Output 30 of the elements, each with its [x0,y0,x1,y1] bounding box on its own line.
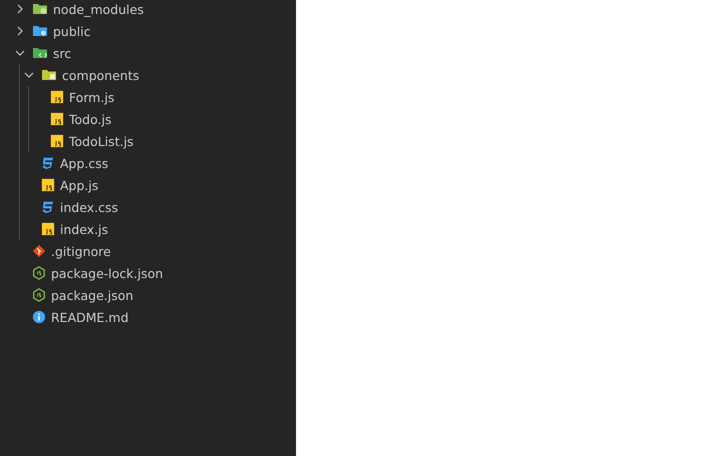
css-file-icon [41,156,55,170]
folder-item[interactable]: node_modules [15,0,144,20]
file-item[interactable]: index.js [24,218,108,240]
file-item[interactable]: App.css [24,152,108,174]
file-item[interactable]: package.json [15,284,134,306]
git-icon [32,244,46,258]
folder-icon [41,67,57,83]
js-file-icon [50,90,64,104]
folder-icon [32,23,48,39]
js-file-icon [41,222,55,236]
info-icon [32,310,46,324]
folder-icon [32,45,48,61]
file-item[interactable]: App.js [24,174,98,196]
js-file-icon [41,178,55,192]
file-item[interactable]: index.css [24,196,118,218]
css-file-icon [41,200,55,214]
js-file-icon [50,134,64,148]
file-item[interactable]: .gitignore [15,240,111,262]
js-file-icon [50,112,64,126]
file-item[interactable]: Form.js [33,86,114,108]
nodejs-icon [32,288,46,302]
file-item[interactable]: Todo.js [33,108,112,130]
folder-item[interactable]: src [15,42,72,64]
file-item[interactable]: TodoList.js [33,130,134,152]
file-item[interactable]: package-lock.json [15,262,164,284]
folder-item[interactable]: public [15,20,91,42]
folder-item[interactable]: components [24,64,140,86]
file-item[interactable]: README.md [15,306,129,328]
nodejs-icon [32,266,46,280]
folder-icon [32,1,48,17]
